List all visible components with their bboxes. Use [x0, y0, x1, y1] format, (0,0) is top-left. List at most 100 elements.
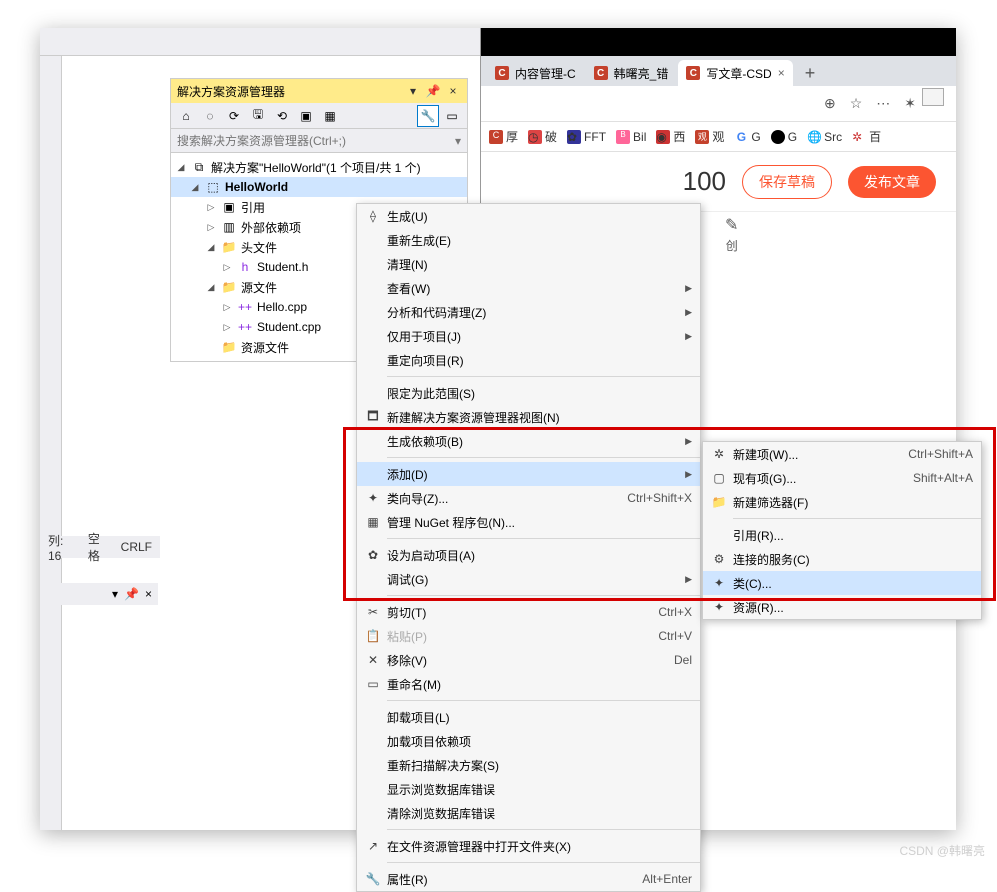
menu-paste: 📋粘贴(P)Ctrl+V [357, 624, 700, 648]
watermark: CSDN @韩曙亮 [899, 842, 985, 859]
menu-connected-service[interactable]: ⚙连接的服务(C) [703, 547, 981, 571]
panel-title: 解决方案资源管理器 [177, 83, 285, 100]
menu-new-filter[interactable]: 📁新建筛选器(F) [703, 490, 981, 514]
indent-status: 空格 [88, 530, 109, 564]
browser-tab-3[interactable]: C写文章-CSD× [678, 60, 792, 86]
new-tab-button[interactable]: + [795, 60, 826, 86]
menu-new-view[interactable]: 🗖新建解决方案资源管理器视图(N) [357, 405, 700, 429]
menu-build[interactable]: ⟠生成(U) [357, 204, 700, 228]
save-all-icon[interactable]: 🖫 [247, 105, 269, 127]
sync-icon[interactable]: ⟳ [223, 105, 245, 127]
refresh-icon[interactable]: ⟲ [271, 105, 293, 127]
search-input[interactable] [177, 134, 455, 148]
context-menu: ⟠生成(U) 重新生成(E) 清理(N) 查看(W)▶ 分析和代码清理(Z)▶ … [356, 203, 701, 892]
show-all-icon[interactable]: ▦ [319, 105, 341, 127]
menu-scope[interactable]: 限定为此范围(S) [357, 381, 700, 405]
left-dock-gutter [40, 56, 62, 830]
close-icon[interactable]: × [778, 66, 785, 80]
menu-build-deps[interactable]: 生成依赖项(B)▶ [357, 429, 700, 453]
menu-retarget[interactable]: 重定向项目(R) [357, 348, 700, 372]
output-tab-strip: ▾ 📌 × [40, 583, 158, 605]
pin-icon[interactable]: 📌 [425, 83, 441, 99]
menu-rename[interactable]: ▭重命名(M) [357, 672, 700, 696]
tab-overflow-button[interactable] [922, 88, 944, 106]
menu-separator [733, 518, 981, 519]
menu-icon[interactable]: ⋯ [876, 95, 890, 112]
close-icon[interactable]: × [145, 587, 152, 601]
status-bar: 列: 16 空格 CRLF [40, 536, 160, 558]
panel-toolbar: ⌂ ◌ ⟳ 🖫 ⟲ ▣ ▦ 🔧 ▭ [171, 103, 467, 129]
dropdown-icon[interactable]: ▾ [405, 83, 421, 99]
save-draft-button[interactable]: 保存草稿 [742, 165, 832, 199]
browser-tabstrip: C内容管理-C C韩曙亮_错 C写文章-CSD× + [481, 56, 956, 86]
extension-icon[interactable]: ✶ [904, 95, 916, 112]
menu-separator [387, 700, 700, 701]
project-node[interactable]: ◢⬚HelloWorld [171, 177, 467, 197]
menu-unload[interactable]: 卸载项目(L) [357, 705, 700, 729]
menu-separator [387, 862, 700, 863]
menu-rebuild[interactable]: 重新生成(E) [357, 228, 700, 252]
bookmarks-bar: C厚 ◷破 ✿FFT BBil ◉西 观观 GG G 🌐Src ✲百 [481, 122, 956, 152]
submenu-add: ✲新建项(W)...Ctrl+Shift+A ▢现有项(G)...Shift+A… [702, 441, 982, 620]
menu-separator [387, 538, 700, 539]
menu-debug[interactable]: 调试(G)▶ [357, 567, 700, 591]
properties-icon[interactable]: 🔧 [417, 105, 439, 127]
bookmark[interactable]: 🌐Src [807, 130, 842, 144]
menu-clear-db-errors[interactable]: 清除浏览数据库错误 [357, 801, 700, 825]
preview-icon[interactable]: ▭ [441, 105, 463, 127]
bookmark[interactable]: BBil [616, 130, 646, 144]
menu-existing-item[interactable]: ▢现有项(G)...Shift+Alt+A [703, 466, 981, 490]
search-box[interactable]: ▾ [171, 129, 467, 153]
menu-load-deps[interactable]: 加载项目依赖项 [357, 729, 700, 753]
bookmark[interactable]: 观观 [695, 128, 724, 145]
browser-titlebar [481, 28, 956, 56]
address-bar: ⊕ ☆ ⋯ ✶ ≔ [481, 86, 956, 122]
search-dropdown-icon[interactable]: ▾ [455, 134, 461, 148]
menu-new-item[interactable]: ✲新建项(W)...Ctrl+Shift+A [703, 442, 981, 466]
bookmark[interactable]: G [771, 130, 797, 144]
pin-icon[interactable]: 📌 [124, 587, 139, 601]
menu-cut[interactable]: ✂剪切(T)Ctrl+X [357, 600, 700, 624]
bookmark[interactable]: ✿FFT [567, 130, 606, 144]
menu-show-db-errors[interactable]: 显示浏览数据库错误 [357, 777, 700, 801]
browser-tab-2[interactable]: C韩曙亮_错 [586, 60, 677, 86]
bookmark[interactable]: ◷破 [528, 128, 557, 145]
menu-rescan[interactable]: 重新扫描解决方案(S) [357, 753, 700, 777]
menu-nuget[interactable]: ▦管理 NuGet 程序包(N)... [357, 510, 700, 534]
zoom-icon[interactable]: ⊕ [824, 95, 836, 112]
menu-separator [387, 457, 700, 458]
home-icon[interactable]: ⌂ [175, 105, 197, 127]
publish-button[interactable]: 发布文章 [848, 166, 936, 198]
menu-open-explorer[interactable]: ↗在文件资源管理器中打开文件夹(X) [357, 834, 700, 858]
menu-add[interactable]: 添加(D)▶ [357, 462, 700, 486]
menu-class-wizard[interactable]: ✦类向导(Z)...Ctrl+Shift+X [357, 486, 700, 510]
menu-remove[interactable]: ✕移除(V)Del [357, 648, 700, 672]
menu-resource[interactable]: ✦资源(R)... [703, 595, 981, 619]
star-icon[interactable]: ☆ [850, 95, 863, 112]
solution-node[interactable]: ◢⧉解决方案"HelloWorld"(1 个项目/共 1 个) [171, 157, 467, 177]
bookmark[interactable]: ✲百 [852, 128, 881, 145]
column-status: 列: 16 [48, 532, 76, 563]
bookmark[interactable]: ◉西 [656, 128, 685, 145]
bookmark[interactable]: C厚 [489, 128, 518, 145]
lineending-status: CRLF [121, 540, 152, 554]
create-button[interactable]: ✎创 [725, 215, 738, 254]
menu-view[interactable]: 查看(W)▶ [357, 276, 700, 300]
menu-separator [387, 376, 700, 377]
bookmark[interactable]: GG [734, 130, 760, 144]
menu-analyze[interactable]: 分析和代码清理(Z)▶ [357, 300, 700, 324]
menu-reference[interactable]: 引用(R)... [703, 523, 981, 547]
panel-header: 解决方案资源管理器 ▾ 📌 × [171, 79, 467, 103]
collapse-icon[interactable]: ▣ [295, 105, 317, 127]
browser-tab-1[interactable]: C内容管理-C [487, 60, 584, 86]
menu-properties[interactable]: 🔧属性(R)Alt+Enter [357, 867, 700, 891]
char-count: 100 [683, 166, 726, 197]
dropdown-icon[interactable]: ▾ [112, 587, 118, 601]
menu-class[interactable]: ✦类(C)... [703, 571, 981, 595]
menu-clean[interactable]: 清理(N) [357, 252, 700, 276]
back-icon[interactable]: ◌ [199, 105, 221, 127]
menu-separator [387, 829, 700, 830]
menu-project-only[interactable]: 仅用于项目(J)▶ [357, 324, 700, 348]
menu-set-startup[interactable]: ✿设为启动项目(A) [357, 543, 700, 567]
close-icon[interactable]: × [445, 83, 461, 99]
